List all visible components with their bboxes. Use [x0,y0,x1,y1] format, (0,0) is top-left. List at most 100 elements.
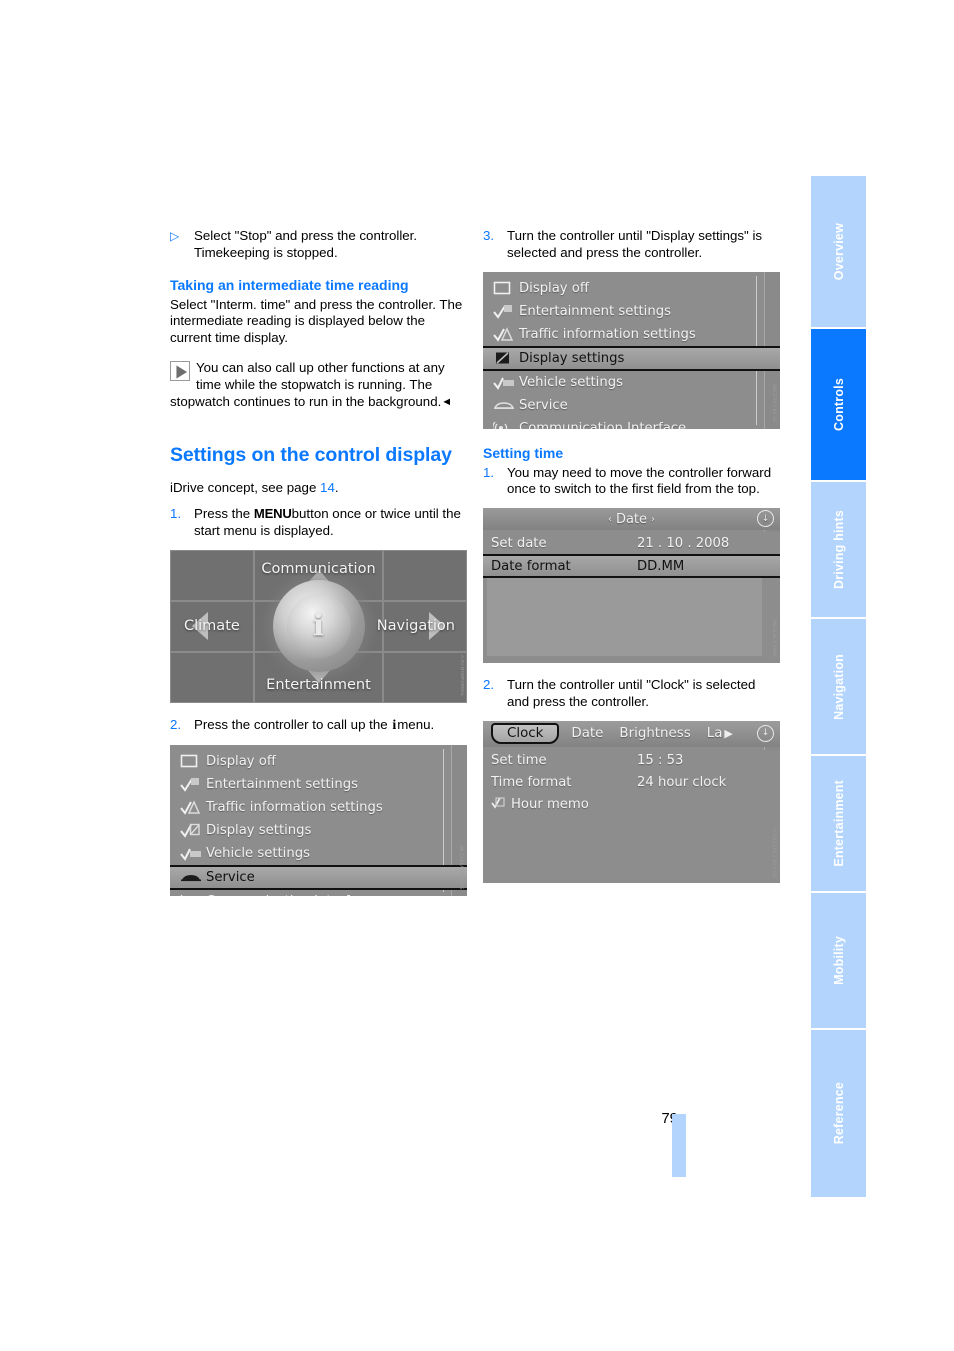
date-row-set-date[interactable]: Set date 21 . 10 . 2008 [483,532,780,554]
step-2-text-after: menu. [397,716,435,732]
menu-item-label: Vehicle settings [519,374,623,390]
vehicle-settings-icon [180,846,206,861]
menu-item-label: Entertainment settings [206,776,358,792]
idrive-concept-line: iDrive concept, see page 14. [170,480,467,497]
menu-item-display-settings[interactable]: Display settings [170,819,467,842]
entertainment-settings-icon [493,304,519,319]
menu-item-display-off[interactable]: Display off [483,277,780,300]
idrive-label-entertainment[interactable]: Entertainment [266,677,371,693]
step-2-text-before: Press the controller to call up the [194,716,392,732]
date-screen-header: ‹ Date › ↓ [483,508,780,531]
sidebar-item-mobility[interactable]: Mobility [811,893,866,1030]
menu-item-label: Display settings [519,350,625,366]
menu-item-entertainment-settings[interactable]: Entertainment settings [170,773,467,796]
menu-item-vehicle-settings[interactable]: Vehicle settings [170,842,467,865]
step-time-2-number: 2. [483,677,495,693]
menu-item-label: Service [206,869,255,885]
menu-item-service[interactable]: Service [170,864,467,890]
display-off-icon [493,281,519,295]
idrive-cell-br [383,651,467,703]
menu-item-label: Display settings [206,822,312,838]
step-3-text: Turn the controller until "Display setti… [507,228,763,260]
sidebar-item-driving-hints[interactable]: Driving hints [811,482,866,619]
row-label: Set date [491,535,547,551]
menu-item-display-settings[interactable]: Display settings [483,345,780,371]
tab-brightness[interactable]: Brightness [619,726,690,741]
step-time-2-text: Turn the controller until "Clock" is sel… [507,677,756,709]
sidebar-item-label: Controls [831,378,846,431]
clock-screen-body: Set time 15 : 53 Time format 24 hour clo… [483,749,780,883]
traffic-info-icon [180,799,206,815]
menu-item-communication-interface[interactable]: Communication Interface [483,417,780,429]
date-row-date-format[interactable]: Date format DD.MM [483,554,780,579]
display-settings-rows: Display off Entertainment settings Traff… [483,277,780,429]
figure-code: VNEZTM.4.69.US [772,384,777,423]
page-reference-link[interactable]: 14 [320,480,335,495]
sidebar-item-label: Reference [831,1082,846,1145]
sidebar-item-label: Navigation [831,653,846,720]
clock-row-set-time[interactable]: Set time 15 : 53 [483,750,780,772]
intermediate-time-body: Select "Interm. time" and press the cont… [170,296,463,346]
sidebar-item-navigation[interactable]: Navigation [811,619,866,756]
menu-item-service[interactable]: Service [483,394,780,417]
menu-item-traffic-information-settings[interactable]: Traffic information settings [483,323,780,346]
note-end-marker: ◄ [441,395,453,408]
figure-code: VNEZLIN.4.69MX [772,619,777,658]
checkbox-checked-icon[interactable] [491,797,507,813]
date-screen-body: Set date 21 . 10 . 2008 Date format DD.M… [483,532,780,664]
service-car-icon [493,399,519,412]
idrive-label-communication[interactable]: Communication [261,561,375,577]
section-navigation-sidebar: Overview Controls Driving hints Navigati… [811,176,866,1199]
header-left-arrow-icon[interactable]: ‹ [604,514,616,525]
figure-code: A.SU.MOMFORMAL [460,655,465,697]
stop-step-text: Select "Stop" and press the controller. … [194,228,418,260]
display-settings-icon [180,823,206,838]
sidebar-item-reference[interactable]: Reference [811,1030,866,1197]
sidebar-item-controls[interactable]: Controls [811,329,866,482]
menu-item-communication-interface[interactable]: Communication Interface [170,890,467,896]
display-off-icon [180,754,206,768]
clock-row-time-format[interactable]: Time format 24 hour clock [483,772,780,794]
stop-step: ▷ Select "Stop" and press the controller… [170,228,467,262]
note-block: You can also call up other functions at … [170,360,467,410]
sidebar-item-label: Driving hints [831,510,846,589]
figure-code: UN.ZOKLAT.1.76-US [459,844,464,890]
menu-item-traffic-information-settings[interactable]: Traffic information settings [170,796,467,819]
idrive-start-menu-screenshot: i Communication Climate Navigation Enter… [170,549,467,703]
step-2-number: 2. [170,716,182,732]
page-number-bar [672,1114,686,1177]
row-label: Set time [491,753,547,769]
tabs-more-arrow-icon[interactable]: ▶ [724,727,732,740]
intermediate-time-heading: Taking an intermediate time reading [170,276,409,293]
date-screenshot: ‹ Date › ↓ Set date 21 . 10 . 2008 Date … [483,508,780,664]
i-menu-screenshot: Display off Entertainment settings Traff… [170,744,467,896]
idrive-cell-tr [383,549,467,601]
date-screen-title: Date [615,511,648,527]
tab-clock[interactable]: Clock [491,723,560,745]
menu-item-display-off[interactable]: Display off [170,750,467,773]
row-label: Hour memo [483,797,631,813]
manual-page: ▷ Select "Stop" and press the controller… [0,0,954,1351]
status-indicator-icon: ↓ [757,510,774,528]
header-right-arrow-icon[interactable]: › [647,514,659,525]
sidebar-item-entertainment[interactable]: Entertainment [811,756,866,893]
clock-screen-empty-area [487,815,762,871]
tab-language[interactable]: La [707,726,723,741]
idrive-concept-suffix: . [334,480,339,496]
step-1-text-before: Press the [194,506,254,522]
menu-item-vehicle-settings[interactable]: Vehicle settings [483,371,780,394]
menu-item-label: Service [519,397,568,413]
menu-item-entertainment-settings[interactable]: Entertainment settings [483,300,780,323]
menu-item-label: Vehicle settings [206,845,310,861]
note-triangle-icon [170,360,190,381]
step-2: 2. Press the controller to call up the i… [170,717,467,735]
communication-interface-icon [493,421,519,429]
step-time-1-number: 1. [483,464,495,480]
clock-row-hour-memo[interactable]: Hour memo [483,794,780,816]
setting-time-heading: Setting time [483,444,564,461]
row-label: Date format [491,558,571,574]
tab-date[interactable]: Date [571,726,603,741]
display-settings-screenshot: Display off Entertainment settings Traff… [483,271,780,429]
sidebar-item-overview[interactable]: Overview [811,176,866,329]
left-column: ▷ Select "Stop" and press the controller… [170,228,467,896]
